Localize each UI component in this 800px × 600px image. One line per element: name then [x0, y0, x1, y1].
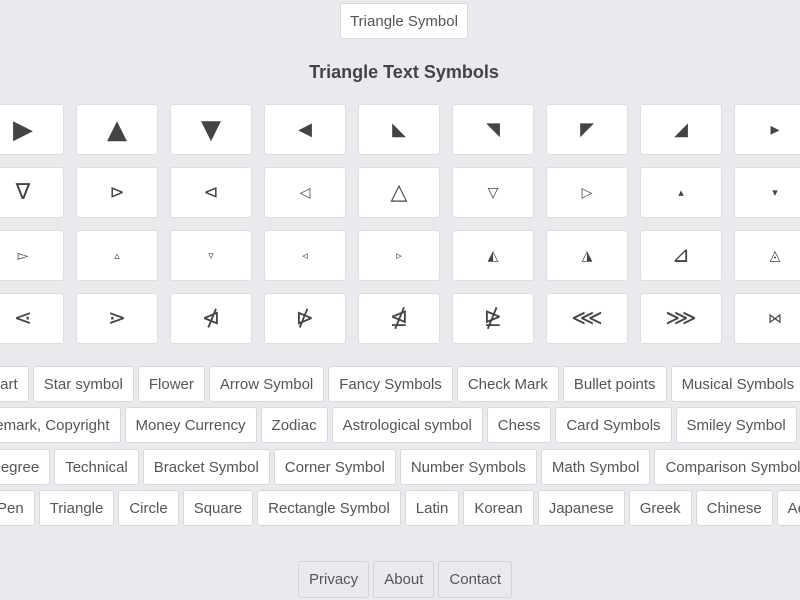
about-link[interactable]: About — [373, 561, 435, 598]
category-tag[interactable]: Smiley Symbol — [675, 407, 797, 443]
category-tag[interactable]: Fancy Symbols — [328, 366, 453, 402]
category-tag[interactable]: Trademark, Copyright — [0, 407, 121, 443]
category-tag[interactable]: Astrological symbol — [331, 407, 483, 443]
category-tag[interactable]: Comparison Symbol — [654, 449, 800, 485]
tag-row: Pen Triangle Circle Square Rectangle Symbol L… — [0, 490, 800, 526]
category-tag[interactable]: Heart — [0, 366, 29, 402]
category-tag[interactable]: Star symbol — [32, 366, 134, 402]
category-tag[interactable]: Musical Symbols — [670, 366, 800, 402]
category-tag[interactable]: Zodiac — [260, 407, 328, 443]
category-tag[interactable]: Japanese — [537, 490, 625, 526]
category-tag[interactable]: Bracket Symbol — [142, 449, 270, 485]
category-tag[interactable]: Chinese — [695, 490, 773, 526]
symbol-cell[interactable]: ◬ — [734, 230, 800, 281]
symbol-cell[interactable]: ▶ — [0, 104, 64, 155]
category-tag[interactable]: Technical — [54, 449, 139, 485]
symbol-cell[interactable]: ⊲ — [170, 167, 252, 218]
symbol-cell[interactable]: ▵ — [76, 230, 158, 281]
symbol-cell[interactable]: ⊳ — [76, 167, 158, 218]
category-tag[interactable]: Card Symbols — [555, 407, 672, 443]
category-tag[interactable]: Square — [182, 490, 254, 526]
symbol-cell[interactable]: ◤ — [546, 104, 628, 155]
category-tag[interactable]: Aesthetic — [776, 490, 800, 526]
symbol-cell[interactable]: ▴ — [640, 167, 722, 218]
symbol-cell[interactable]: ◀ — [264, 104, 346, 155]
symbol-cell[interactable]: ⊿ — [640, 230, 722, 281]
symbol-cell[interactable]: ⋈ — [734, 293, 800, 344]
category-tag[interactable]: Rectangle Symbol — [257, 490, 401, 526]
symbol-cell[interactable]: ▷ — [546, 167, 628, 218]
symbol-cell[interactable]: ◃ — [264, 230, 346, 281]
privacy-link[interactable]: Privacy — [298, 561, 370, 598]
symbol-cell[interactable]: ⋖ — [0, 293, 64, 344]
footer: Privacy About Contact — [298, 561, 513, 598]
symbol-cell[interactable]: △ — [358, 167, 440, 218]
symbol-cell[interactable]: ⋫ — [264, 293, 346, 344]
symbol-cell[interactable]: ▻ — [0, 230, 64, 281]
symbol-cell[interactable]: ▽ — [452, 167, 534, 218]
symbol-cell[interactable]: ◢ — [640, 104, 722, 155]
category-tag[interactable]: Flower — [137, 366, 205, 402]
category-tag[interactable]: Money Currency — [124, 407, 257, 443]
page: Triangle Symbol Triangle Text Symbols ▶ ▲… — [0, 0, 800, 600]
contact-link[interactable]: Contact — [438, 561, 513, 598]
category-tag[interactable]: Triangle — [38, 490, 115, 526]
tag-row: HeartStar symbolFlowerArrow SymbolFancy … — [0, 366, 800, 402]
symbol-cell[interactable]: ⋙ — [640, 293, 722, 344]
symbol-cell[interactable]: ⋬ — [358, 293, 440, 344]
category-tag[interactable]: Arrow Symbol — [208, 366, 325, 402]
tag-row: DegreeTechnicalBracket SymbolCorner Symb… — [0, 449, 800, 485]
category-tag[interactable]: Check Mark — [456, 366, 559, 402]
symbol-cell[interactable]: ⋗ — [76, 293, 158, 344]
category-tag[interactable]: Circle — [118, 490, 179, 526]
tag-row: Trademark, CopyrightMoney CurrencyZodiac… — [0, 407, 800, 443]
category-tag[interactable]: Greek — [628, 490, 692, 526]
symbol-cell[interactable]: ⋪ — [170, 293, 252, 344]
symbol-cell[interactable]: ⋘ — [546, 293, 628, 344]
symbol-grid: ▶ ▲ ▼ ◀ ◣ ◥ ◤ ◢ ▸ ∇ ⊳ ⊲ ◁ △ ▽ ▷ ▴ ▾ ▻ ▵ ▿ ◃ ▹ ◭ ◮ ⊿ ◬ ⋖ ⋗ ⋪ ⋫ ⋬ ⋭ ⋘ ⋙ ⋈ — [0, 104, 800, 344]
category-tag[interactable]: Corner Symbol — [273, 449, 396, 485]
symbol-cell[interactable]: ◥ — [452, 104, 534, 155]
category-tag[interactable]: Math Symbol — [540, 449, 651, 485]
category-tag[interactable]: Latin — [404, 490, 460, 526]
symbol-cell[interactable]: ⋭ — [452, 293, 534, 344]
symbol-cell[interactable]: ▾ — [734, 167, 800, 218]
symbol-cell[interactable]: ▼ — [170, 104, 252, 155]
category-tag[interactable]: Bullet points — [562, 366, 667, 402]
category-tag[interactable]: Chess — [486, 407, 552, 443]
category-tag[interactable]: Korean — [463, 490, 534, 526]
symbol-cell[interactable]: ◮ — [546, 230, 628, 281]
category-button[interactable]: Triangle Symbol — [340, 3, 468, 39]
symbol-cell[interactable]: ∇ — [0, 167, 64, 218]
symbol-cell[interactable]: ◁ — [264, 167, 346, 218]
category-tag[interactable]: Number Symbols — [399, 449, 537, 485]
symbol-cell[interactable]: ▹ — [358, 230, 440, 281]
symbol-cell[interactable]: ▸ — [734, 104, 800, 155]
symbol-cell[interactable]: ▿ — [170, 230, 252, 281]
page-title: Triangle Text Symbols — [309, 62, 499, 82]
symbol-cell[interactable]: ◭ — [452, 230, 534, 281]
category-tag[interactable]: Degree — [0, 449, 51, 485]
category-tag[interactable]: Pen — [0, 490, 35, 526]
symbol-cell[interactable]: ◣ — [358, 104, 440, 155]
symbol-cell[interactable]: ▲ — [76, 104, 158, 155]
